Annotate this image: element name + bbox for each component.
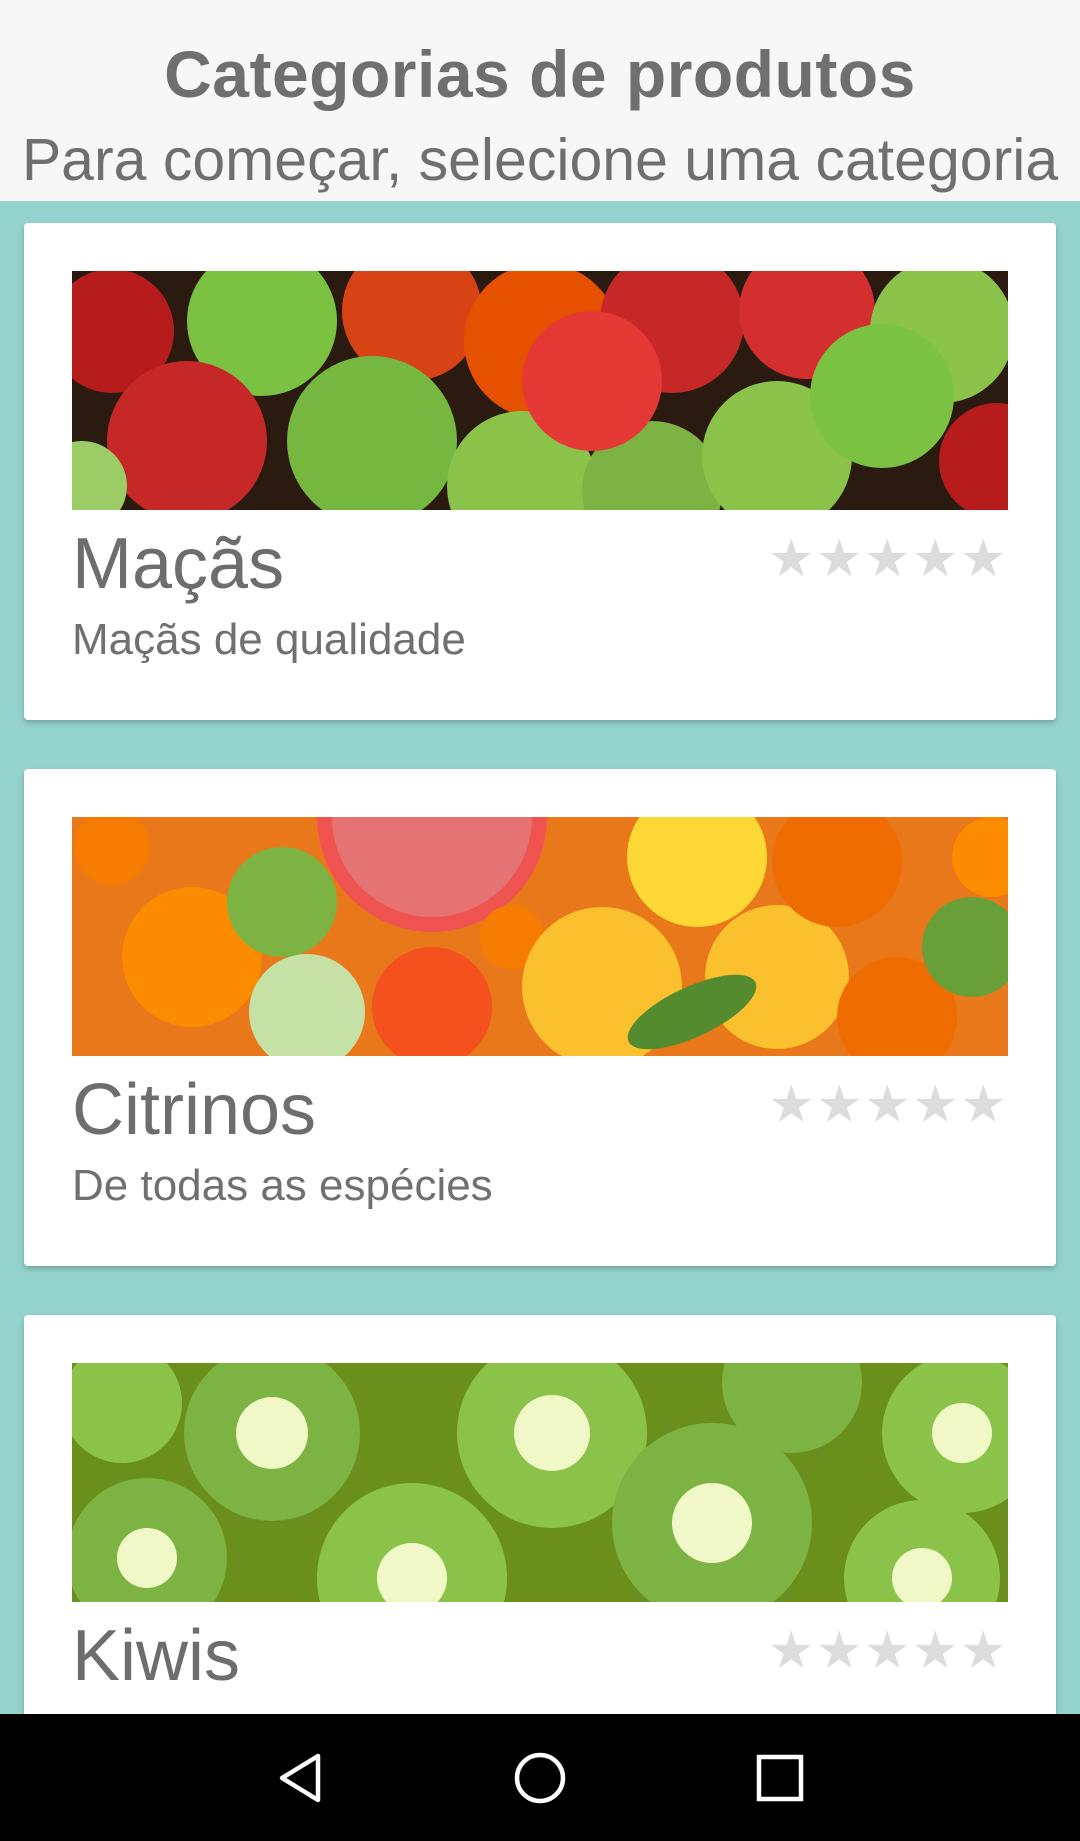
star-icon[interactable]: ★ xyxy=(960,1075,1008,1135)
category-list[interactable]: Maçãs ★★★★★ Maçãs de qualidade Citrinos … xyxy=(0,201,1080,1714)
system-navigation-bar xyxy=(0,1714,1080,1841)
category-card-citrinos[interactable]: Citrinos ★★★★★ De todas as espécies xyxy=(24,769,1056,1266)
page-title: Categorias de produtos xyxy=(164,37,916,111)
kiwis-photo xyxy=(72,1363,1008,1602)
apples-photo xyxy=(72,271,1008,510)
rating-stars[interactable]: ★★★★★ xyxy=(768,1075,1008,1135)
star-icon[interactable]: ★ xyxy=(864,1621,912,1681)
category-name: Maçãs xyxy=(72,524,285,604)
star-icon[interactable]: ★ xyxy=(768,1621,816,1681)
star-icon[interactable]: ★ xyxy=(912,1075,960,1135)
star-icon[interactable]: ★ xyxy=(816,529,864,589)
category-name: Kiwis xyxy=(72,1616,241,1696)
recents-icon[interactable] xyxy=(738,1736,822,1820)
category-card-kiwis[interactable]: Kiwis ★★★★★ xyxy=(24,1315,1056,1714)
page-subtitle: Para começar, selecione uma categoria xyxy=(21,127,1059,193)
category-name: Citrinos xyxy=(72,1070,317,1150)
category-description: Maçãs de qualidade xyxy=(72,615,466,664)
rating-stars[interactable]: ★★★★★ xyxy=(768,529,1008,589)
star-icon[interactable]: ★ xyxy=(768,529,816,589)
citrus-photo xyxy=(72,817,1008,1056)
page-header: Categorias de produtos Para começar, sel… xyxy=(0,0,1080,201)
back-icon[interactable] xyxy=(258,1736,342,1820)
home-icon[interactable] xyxy=(498,1736,582,1820)
star-icon[interactable]: ★ xyxy=(912,529,960,589)
star-icon[interactable]: ★ xyxy=(768,1075,816,1135)
star-icon[interactable]: ★ xyxy=(960,529,1008,589)
star-icon[interactable]: ★ xyxy=(816,1621,864,1681)
category-description: De todas as espécies xyxy=(72,1161,493,1210)
star-icon[interactable]: ★ xyxy=(960,1621,1008,1681)
rating-stars[interactable]: ★★★★★ xyxy=(768,1621,1008,1681)
category-card-macas[interactable]: Maçãs ★★★★★ Maçãs de qualidade xyxy=(24,223,1056,720)
star-icon[interactable]: ★ xyxy=(864,1075,912,1135)
star-icon[interactable]: ★ xyxy=(816,1075,864,1135)
star-icon[interactable]: ★ xyxy=(864,529,912,589)
star-icon[interactable]: ★ xyxy=(912,1621,960,1681)
